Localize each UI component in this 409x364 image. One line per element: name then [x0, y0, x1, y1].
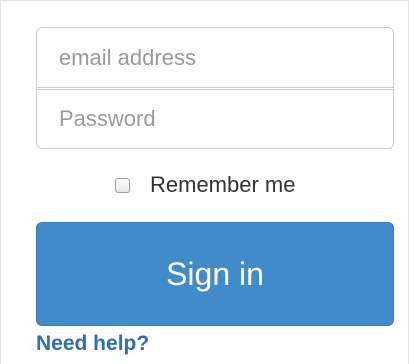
email-input[interactable]	[36, 27, 394, 88]
need-help-link[interactable]: Need help?	[36, 329, 149, 359]
remember-me-label: Remember me	[150, 172, 296, 197]
remember-me-control[interactable]: Remember me	[115, 171, 295, 199]
remember-me-checkbox[interactable]	[115, 177, 130, 193]
password-input[interactable]	[36, 89, 394, 149]
login-panel: Remember me Sign in Need help?	[0, 0, 409, 364]
sign-in-button[interactable]: Sign in	[36, 222, 394, 326]
